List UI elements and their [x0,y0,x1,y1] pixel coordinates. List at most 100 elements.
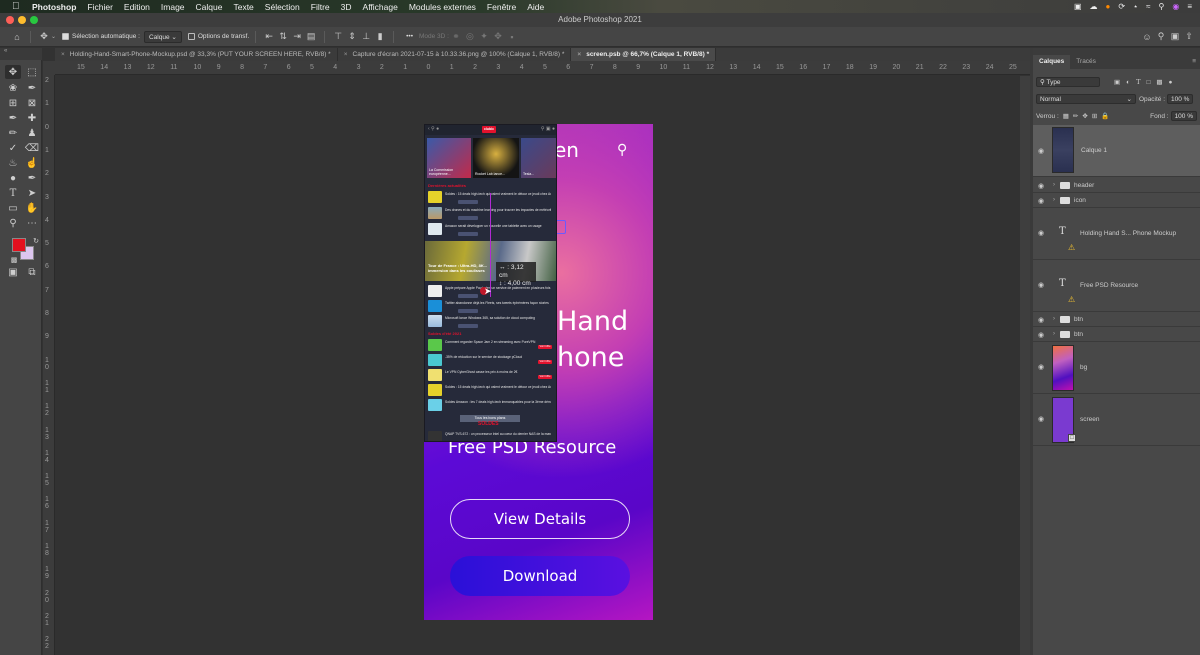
close-tab-icon[interactable]: × [61,51,65,58]
expand-chevron-icon[interactable]: › [1053,331,1055,337]
tab-capture-ecran[interactable]: × Capture d'écran 2021-07-15 à 10.33.36.p… [337,48,572,61]
foreground-color-swatch[interactable] [12,238,26,252]
transform-controls-checkbox[interactable] [187,33,195,40]
filter-text-icon[interactable]: T [1136,78,1140,86]
layer-row-icon[interactable]: ◉ › icon [1033,193,1200,208]
view-details-button[interactable]: View Details [450,499,630,539]
stamp-tool-icon[interactable]: ♟ [24,126,40,140]
eraser-tool-icon[interactable]: ⌫ [24,141,40,155]
visibility-eye-icon[interactable]: ◉ [1038,147,1044,155]
layer-row-headline-text[interactable]: ◉ T Holding Hand S... Phone Mockup ⚠ [1033,208,1200,260]
control-center-icon[interactable]: ≡ [1187,2,1192,11]
visibility-eye-icon[interactable]: ◉ [1038,281,1044,289]
rectangle-tool-icon[interactable]: ▭ [5,201,21,215]
crop-tool-icon[interactable]: ⊞ [5,96,21,110]
learn-icon[interactable]: ☺ [1140,30,1154,44]
marquee-tool-icon[interactable]: ⬚ [24,65,40,79]
search-icon[interactable]: ⚲ [617,142,627,158]
align-right-icon[interactable]: ⇥ [290,30,304,44]
panel-grip[interactable] [1033,48,1200,55]
lock-artboard-icon[interactable]: ⊞ [1092,112,1097,120]
paint-bucket-tool-icon[interactable]: ♨ [5,156,21,170]
opacity-field[interactable]: 100 % [1167,94,1194,104]
wifi-icon[interactable]: ≈ [1146,2,1150,11]
lock-pixels-icon[interactable]: ✏ [1073,112,1078,120]
expand-chevron-icon[interactable]: › [1053,316,1055,322]
chevron-down-icon[interactable]: ⌄ [51,33,56,40]
fill-field[interactable]: 100 % [1170,111,1197,121]
filter-type-dropdown[interactable]: ⚲ Type [1036,77,1100,87]
menu-calque[interactable]: Calque [196,2,223,12]
layer-row-btn[interactable]: ◉ › btn [1033,327,1200,342]
more-tools-icon[interactable]: ⋯ [24,216,40,230]
siri-icon[interactable]: ◉ [1172,2,1179,11]
quick-select-tool-icon[interactable]: ✒ [24,81,40,95]
vertical-ruler[interactable]: 2 1 0 1 2 3 4 5 6 7 8 9 10 11 12 13 14 15 16 17 18 19 20 21 22 [43,75,55,655]
filter-shape-icon[interactable]: □ [1146,79,1150,86]
layer-row-header[interactable]: ◉ › header [1033,178,1200,193]
layer-row-screen[interactable]: ◉ □ screen [1033,394,1200,446]
search-icon[interactable]: ⚲ [1158,2,1164,11]
blend-mode-dropdown[interactable]: Normal ⌄ [1036,94,1136,104]
menu-aide[interactable]: Aide [527,2,544,12]
canvas-vertical-scrollbar[interactable] [1020,76,1030,655]
dodge-tool-icon[interactable]: ● [5,171,21,185]
distribute-h-icon[interactable]: ▤ [304,30,318,44]
lock-all-icon[interactable]: 🔒 [1101,112,1109,120]
more-options-button[interactable]: ••• [406,33,413,40]
filter-pixel-icon[interactable]: ▣ [1114,78,1120,86]
download-button[interactable]: Download [450,556,630,596]
history-brush-tool-icon[interactable]: ✓ [5,141,21,155]
lock-transparency-icon[interactable]: ▦ [1063,112,1069,120]
visibility-eye-icon[interactable]: ◉ [1038,363,1044,371]
tab-screen-psb[interactable]: × screen.psb @ 66,7% (Calque 1, RVB/8) * [571,48,717,61]
sync-icon[interactable]: ⟳ [1118,2,1125,11]
layer-row-btn[interactable]: ◉ › btn [1033,312,1200,327]
menu-affichage[interactable]: Affichage [363,2,398,12]
visibility-eye-icon[interactable]: ◉ [1038,316,1044,324]
ruler-origin[interactable] [43,61,55,75]
menu-app-name[interactable]: Photoshop [32,2,76,12]
share-icon[interactable]: ⇧ [1182,30,1196,44]
menu-edition[interactable]: Edition [124,2,150,12]
auto-select-checkbox[interactable] [62,33,70,40]
path-select-tool-icon[interactable]: ➤ [24,186,40,200]
visibility-eye-icon[interactable]: ◉ [1038,229,1044,237]
quick-mask-icon[interactable]: ▣ [5,265,21,279]
tools-panel-grip[interactable]: « [0,48,42,60]
workspace-icon[interactable]: ▣ [1168,30,1182,44]
tab-holding-hand-mockup[interactable]: × Holding-Hand-Smart-Phone-Mockup.psd @ 3… [55,48,338,61]
filter-smart-object-icon[interactable]: ▩ [1156,78,1162,86]
swap-colors-icon[interactable]: ↻ [28,234,44,248]
lasso-tool-icon[interactable]: ❀ [5,81,21,95]
frame-tool-icon[interactable]: ⊠ [24,96,40,110]
visibility-eye-icon[interactable]: ◉ [1038,197,1044,205]
layer-row-calque-1[interactable]: ◉ Calque 1 [1033,125,1200,177]
layer-row-subtitle-text[interactable]: ◉ T Free PSD Resource ⚠ [1033,260,1200,312]
menu-fichier[interactable]: Fichier [87,2,113,12]
menu-image[interactable]: Image [161,2,185,12]
type-tool-icon[interactable]: T [5,186,21,200]
visibility-eye-icon[interactable]: ◉ [1038,415,1044,423]
screen-mode-icon[interactable]: ⧉ [24,265,40,279]
apple-icon[interactable]:  [12,1,24,12]
menu-texte[interactable]: Texte [233,2,253,12]
bluetooth-symbol-icon[interactable]: ⋆ [1133,2,1138,11]
align-bottom-icon[interactable]: ⊥ [359,30,373,44]
align-center-h-icon[interactable]: ⇅ [276,30,290,44]
distribute-v-icon[interactable]: ▮ [373,30,387,44]
menu-selection[interactable]: Sélection [265,2,300,12]
auto-select-target-dropdown[interactable]: Calque ⌄ [143,30,182,43]
align-top-icon[interactable]: ⊤ [331,30,345,44]
move-tool-icon[interactable]: ✥ [5,65,21,79]
menu-3d[interactable]: 3D [341,2,352,12]
bluetooth-icon[interactable]: ● [1106,2,1111,11]
screen-record-icon[interactable]: ▣ [1074,2,1082,11]
horizontal-ruler[interactable]: 15 14 13 12 11 10 9 8 7 6 5 4 3 2 1 0 1 2 3 4 5 6 7 8 9 10 11 12 13 1… [55,61,1030,75]
hand-tool-icon[interactable]: ✋ [24,201,40,215]
smudge-tool-icon[interactable]: ☝ [24,156,40,170]
lock-position-icon[interactable]: ✥ [1082,112,1087,120]
close-tab-icon[interactable]: × [344,51,348,58]
expand-chevron-icon[interactable]: › [1053,197,1055,203]
menu-modules-externes[interactable]: Modules externes [409,2,476,12]
